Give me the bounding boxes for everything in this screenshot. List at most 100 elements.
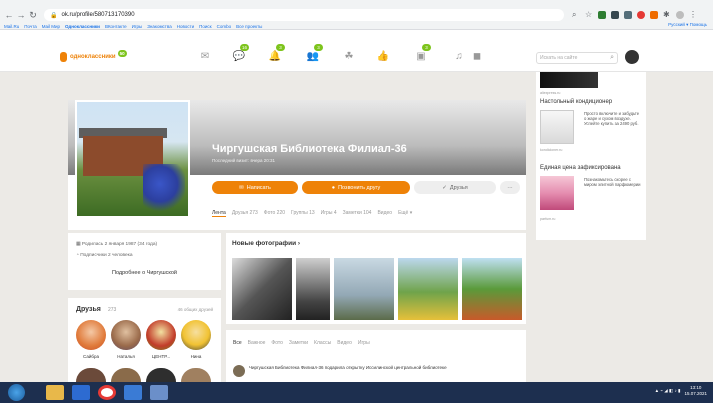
subscribers[interactable]: ◔ Подписчики 2 человека	[76, 253, 133, 258]
tab-more[interactable]: Ещё ▾	[398, 210, 412, 217]
friend-avatar[interactable]	[76, 320, 106, 350]
bookmark-item[interactable]: Все проекты	[236, 24, 262, 29]
photo-thumb[interactable]	[296, 258, 330, 320]
start-button[interactable]	[8, 384, 25, 401]
tab-groups[interactable]: Группы 13	[291, 210, 315, 217]
feed-tab[interactable]: Игры	[358, 340, 370, 346]
profile-photo[interactable]	[75, 100, 190, 218]
bookmark-item[interactable]: ВКонтакте	[105, 24, 127, 29]
extension-icon[interactable]	[611, 11, 619, 19]
discussions-icon[interactable]: 💬 16	[232, 44, 250, 62]
guests-icon[interactable]: 👥 3	[306, 44, 323, 62]
friend-avatar[interactable]	[111, 320, 141, 350]
search-icon[interactable]: ⌕	[572, 11, 580, 19]
bookmark-item[interactable]: Mail Мир	[42, 24, 60, 29]
video-icon[interactable]: ▣ 3	[414, 44, 431, 62]
ad-source[interactable]: parfum.ru	[540, 217, 555, 221]
url-field[interactable]: 🔒 ok.ru/profile/580713170390	[44, 9, 564, 21]
ad-image[interactable]	[540, 110, 574, 144]
photo-thumb[interactable]	[398, 258, 458, 320]
tray-icons[interactable]: ▲ ⌁ ◢ ◧ ♪ ▮	[655, 388, 681, 394]
feed-tab[interactable]: Все	[233, 340, 242, 346]
friend-avatar[interactable]	[111, 368, 141, 382]
friend-avatar[interactable]	[76, 368, 106, 382]
friends-button[interactable]: ✓ Друзья	[414, 181, 496, 194]
taskbar-app-icon[interactable]	[72, 385, 90, 400]
site-search-input[interactable]: Искать на сайте ⌕	[536, 52, 618, 64]
friend-avatar[interactable]	[181, 368, 211, 382]
ad-image[interactable]	[540, 72, 598, 88]
forward-icon[interactable]: →	[16, 10, 26, 20]
more-about-link[interactable]: Подробнее о Чиргушской	[68, 270, 221, 276]
tab-games[interactable]: Игры 4	[321, 210, 337, 217]
logo-badge: 50	[117, 49, 127, 57]
bookmark-item[interactable]: Поиск	[199, 24, 211, 29]
ad-title[interactable]: Настольный кондиционер	[540, 99, 612, 105]
ok-logo[interactable]: одноклассники 50	[60, 49, 127, 62]
extension-icon[interactable]	[637, 11, 645, 19]
bookmark-item[interactable]: Mail.Ru	[4, 24, 19, 29]
tab-photos[interactable]: Фото 220	[264, 210, 285, 217]
ad-source[interactable]: aliexpress.ru	[540, 91, 560, 95]
bookmark-item[interactable]: Новости	[177, 24, 194, 29]
messages-icon[interactable]: ✉	[198, 50, 212, 62]
ad-source[interactable]: kondicioner.ru	[540, 148, 562, 152]
photo-thumb[interactable]	[462, 258, 522, 320]
clock[interactable]: 13:10 15.07.2021	[684, 385, 707, 397]
common-friends-link[interactable]: 46 общих друзей	[178, 307, 213, 312]
feed-tab[interactable]: Видео	[337, 340, 352, 346]
notifications-icon[interactable]: 🔔 3	[268, 44, 285, 62]
new-photos-title[interactable]: Новые фотографии ›	[232, 240, 300, 247]
taskbar-app-icon[interactable]	[150, 385, 168, 400]
menu-icon[interactable]: ⋮	[689, 11, 697, 19]
feed-tab[interactable]: Классы	[314, 340, 331, 346]
invite-friend-button[interactable]: ● Позвонить другу	[302, 181, 410, 194]
search-icon[interactable]: ⌕	[610, 54, 614, 62]
extension-icon[interactable]	[650, 11, 658, 19]
feed-tab[interactable]: Заметки	[289, 340, 308, 346]
bookmarks-right[interactable]: Русский ▾ Помощь	[668, 22, 707, 28]
friend-name[interactable]: Сайбра	[75, 354, 107, 359]
puzzle-icon[interactable]: ✱	[663, 11, 671, 19]
games-icon[interactable]: ◼	[470, 50, 484, 62]
extension-icon[interactable]	[598, 11, 606, 19]
friend-name[interactable]: ЦЕНТР...	[145, 354, 177, 359]
feed-item[interactable]: Чиргушская Библиотека Филиал-36 подарила…	[233, 365, 518, 377]
friend-avatar[interactable]	[146, 368, 176, 382]
chrome-icon[interactable]	[98, 385, 116, 400]
more-button[interactable]: ···	[500, 181, 520, 194]
photo-thumb[interactable]	[334, 258, 394, 320]
friend-name[interactable]: Нина	[180, 354, 212, 359]
write-button[interactable]: ✉ Написать	[212, 181, 298, 194]
music-icon[interactable]: ♫	[452, 50, 466, 62]
photo-thumb[interactable]	[232, 258, 292, 320]
ad-title[interactable]: Единая цена зафиксирована	[540, 165, 621, 171]
feed-item-avatar[interactable]	[233, 365, 245, 377]
tab-friends[interactable]: Друзья 273	[232, 210, 258, 217]
friend-name[interactable]: Наталья	[110, 354, 142, 359]
taskbar-app-icon[interactable]	[124, 385, 142, 400]
explorer-icon[interactable]	[46, 385, 64, 400]
reload-icon[interactable]: ↻	[28, 10, 38, 20]
friend-avatar[interactable]	[146, 320, 176, 350]
star-icon[interactable]: ☆	[585, 11, 593, 19]
bookmark-item[interactable]: Игры	[132, 24, 143, 29]
bookmark-item[interactable]: Одноклассники	[65, 24, 100, 29]
bookmark-item[interactable]: Почта	[24, 24, 37, 29]
tab-notes[interactable]: Заметки 104	[343, 210, 372, 217]
tab-feed[interactable]: Лента	[212, 210, 226, 217]
back-icon[interactable]: ←	[4, 10, 14, 20]
bookmark-item[interactable]: Знакомства	[147, 24, 171, 29]
feed-tab[interactable]: Фото	[271, 340, 283, 346]
ad-image[interactable]	[540, 176, 574, 210]
events-icon[interactable]: ☘	[342, 50, 356, 62]
feed-tab[interactable]: Важное	[248, 340, 266, 346]
likes-icon[interactable]: 👍	[376, 50, 390, 62]
extension-icon[interactable]	[624, 11, 632, 19]
tab-video[interactable]: Видео	[377, 210, 392, 217]
friends-title[interactable]: Друзья	[76, 306, 101, 313]
bookmark-item[interactable]: Combo	[217, 24, 232, 29]
user-avatar[interactable]	[625, 50, 639, 64]
friend-avatar[interactable]	[181, 320, 211, 350]
profile-icon[interactable]	[676, 11, 684, 19]
